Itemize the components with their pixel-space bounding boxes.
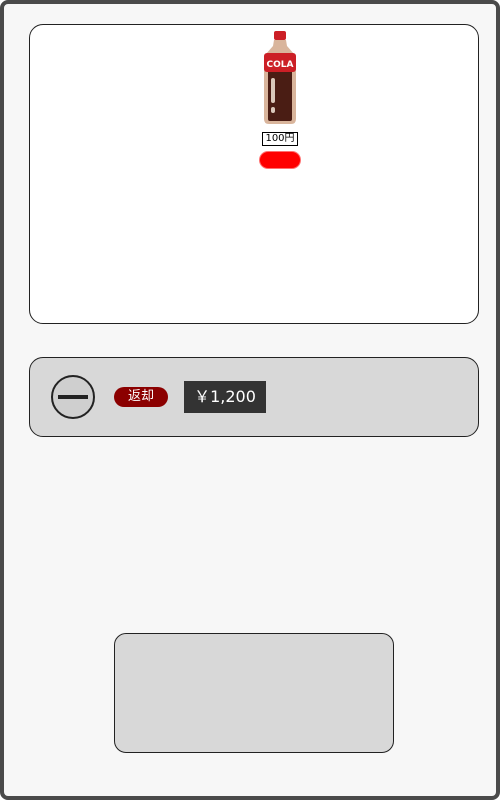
cola-bottle-icon: COLA: [264, 31, 296, 124]
product-cola: COLA 100円: [255, 30, 305, 168]
product-display-panel: COLA 100円: [29, 24, 479, 324]
dispense-tray[interactable]: [114, 633, 394, 753]
inserted-amount-display: ￥1,200: [184, 381, 266, 413]
control-panel: 返却 ￥1,200: [29, 357, 479, 437]
return-button[interactable]: 返却: [114, 387, 168, 407]
coin-slot-opening: [58, 395, 88, 399]
vending-machine: COLA 100円 返却 ￥1,200: [0, 0, 500, 800]
bottle-label: COLA: [267, 60, 294, 70]
price-tag: 100円: [262, 132, 298, 146]
buy-button-cola[interactable]: [260, 152, 300, 168]
coin-slot-icon[interactable]: [51, 375, 95, 419]
